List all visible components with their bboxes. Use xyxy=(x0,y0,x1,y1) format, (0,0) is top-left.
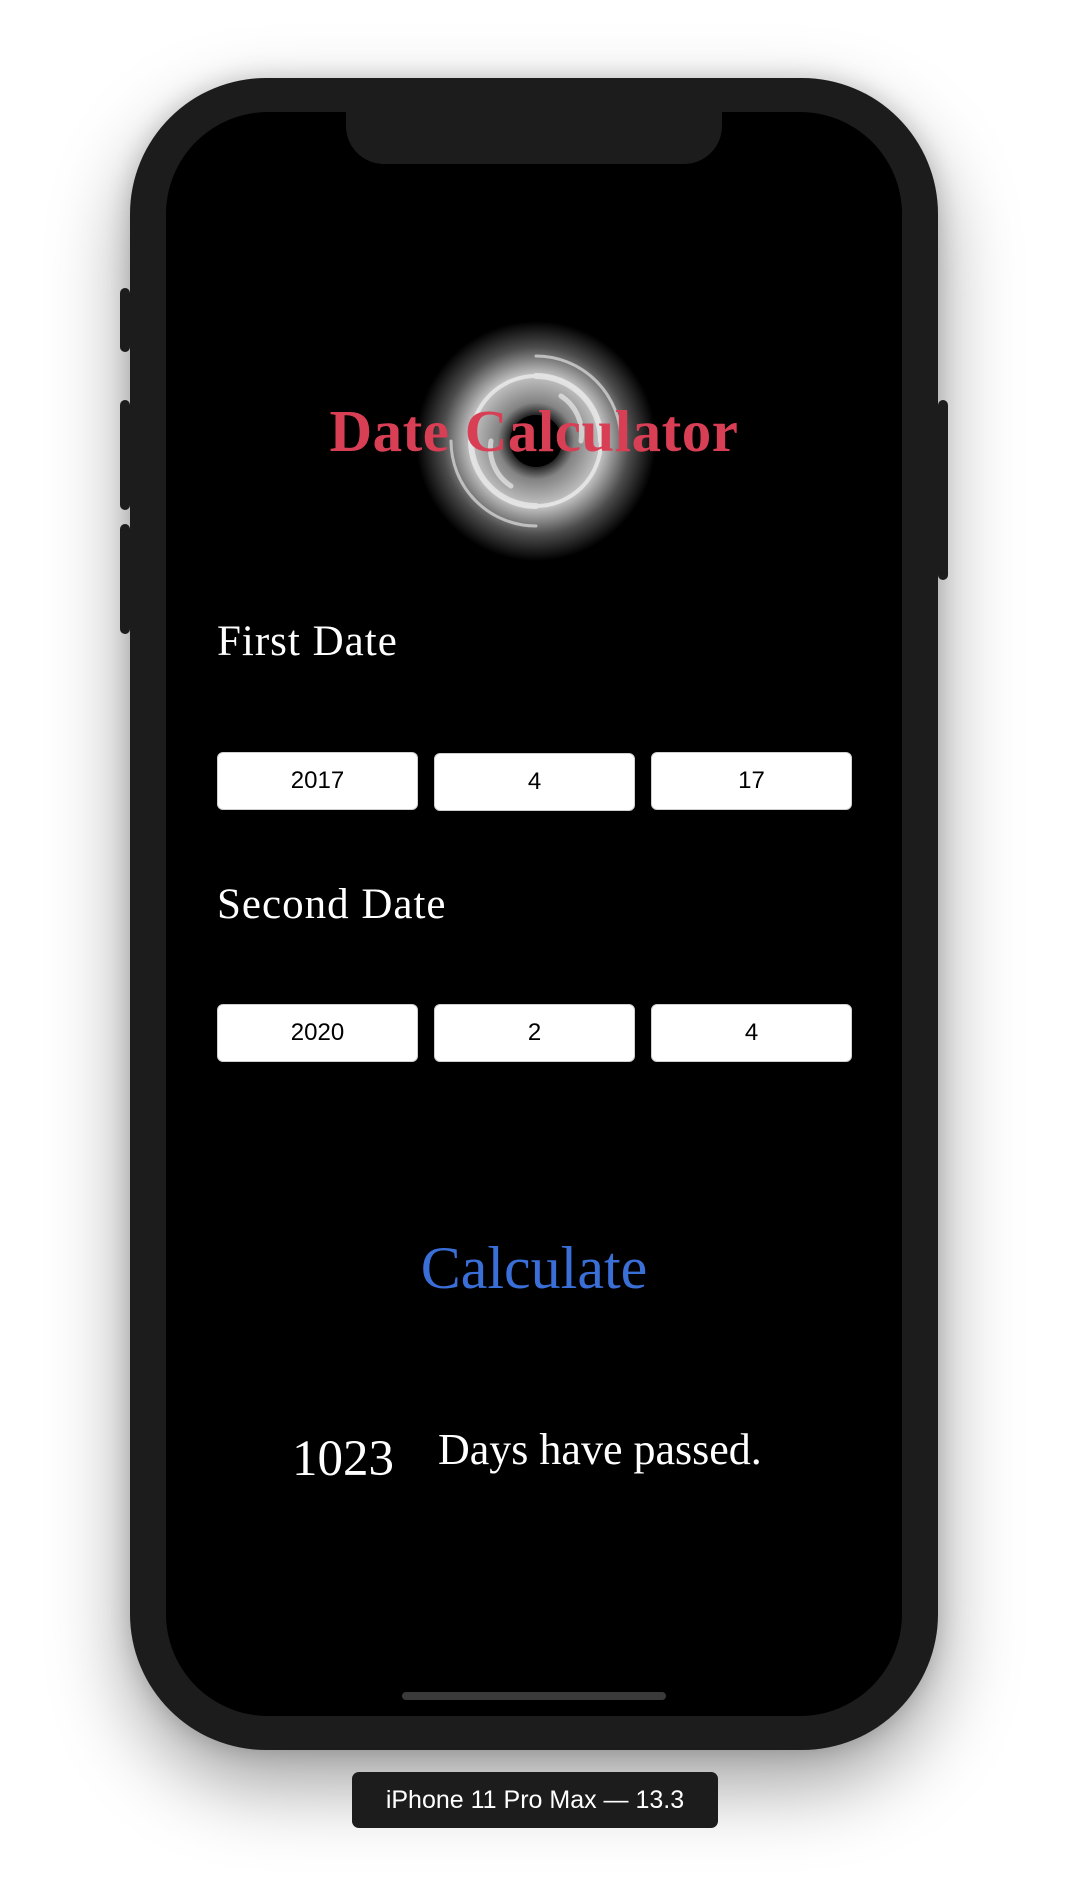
first-date-label: First Date xyxy=(217,618,398,665)
simulator-device-label: iPhone 11 Pro Max — 13.3 xyxy=(352,1772,718,1828)
second-date-day-field[interactable] xyxy=(651,1004,852,1062)
home-indicator[interactable] xyxy=(402,1692,666,1700)
second-date-year-field[interactable] xyxy=(217,1004,418,1062)
first-date-month-field[interactable] xyxy=(434,753,635,811)
power-button xyxy=(938,400,948,580)
second-date-month-field[interactable] xyxy=(434,1004,635,1062)
mute-switch xyxy=(120,288,130,352)
calculate-button[interactable]: Calculate xyxy=(166,1234,902,1303)
iphone-device-frame: Date Calculator First Date Second Date C… xyxy=(120,78,948,1750)
app-title: Date Calculator xyxy=(329,398,739,464)
app-screen: Date Calculator First Date Second Date C… xyxy=(166,112,902,1716)
notch xyxy=(346,112,722,164)
second-date-label: Second Date xyxy=(217,881,447,928)
volume-up-button xyxy=(120,400,130,510)
result-days-count: 1023 xyxy=(292,1431,394,1487)
volume-down-button xyxy=(120,524,130,634)
first-date-day-field[interactable] xyxy=(651,752,852,810)
result-text: Days have passed. xyxy=(438,1425,762,1474)
first-date-year-field[interactable] xyxy=(217,752,418,810)
